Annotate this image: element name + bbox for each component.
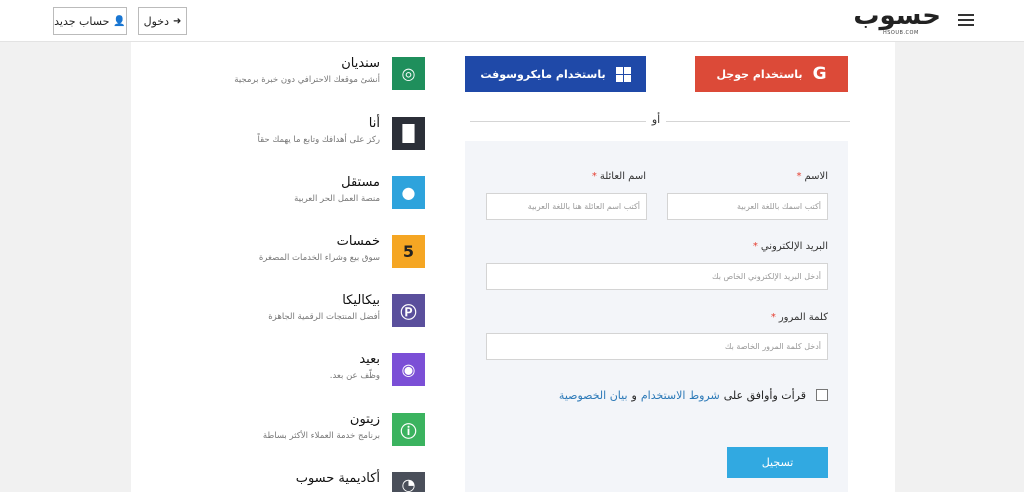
google-g-icon: G xyxy=(812,64,827,84)
product-name: مستقل xyxy=(341,175,380,190)
product-name: بعيد xyxy=(359,352,380,367)
product-desc: منصة العمل الحر العربية xyxy=(294,194,380,204)
privacy-link[interactable]: بيان الخصوصية xyxy=(559,389,628,402)
first-name-label: الاسم* xyxy=(796,171,828,182)
product-name: بيكاليكا xyxy=(342,293,380,308)
product-desc: برنامج خدمة العملاء الأكثر بساطة xyxy=(262,431,380,441)
google-label: باستخدام جوجل xyxy=(716,67,803,81)
first-name-input[interactable]: أكتب اسمك باللغة العربية xyxy=(667,193,828,220)
last-name-input[interactable]: أكتب اسم العائلة هنا باللغة العربية xyxy=(486,193,647,220)
terms-agreement: قرأت وأوافق على شروط الاستخدام و بيان ال… xyxy=(559,387,828,403)
product-name: خمسات xyxy=(336,234,380,249)
product-desc: ركز على أهدافك وتابع ما يهمك حقاً xyxy=(257,135,380,145)
agree-text: قرأت وأوافق على xyxy=(723,388,806,402)
logo-subtext: HSOUB.COM xyxy=(883,30,919,36)
product-name: أنا xyxy=(368,116,380,131)
password-input[interactable]: أدخل كلمة المرور الخاصة بك xyxy=(486,333,828,360)
khamsat-icon: 5 xyxy=(392,235,425,268)
product-item-picalica[interactable]: Ⓟ بيكاليكا أفضل المنتجات الرقمية الجاهزة xyxy=(230,293,426,330)
product-item-sindyan[interactable]: ◎ سنديان أنشئ موقعك الاحترافي دون خبرة ب… xyxy=(230,56,426,93)
email-label: البريد الإلكتروني* xyxy=(752,241,828,252)
product-desc: سوق بيع وشراء الخدمات المصغرة xyxy=(258,253,380,263)
user-plus-icon: 👤 xyxy=(113,15,126,27)
login-button[interactable]: ➜ دخول xyxy=(138,7,187,35)
picalica-icon: Ⓟ xyxy=(392,294,425,327)
product-item-khamsat[interactable]: 5 خمسات سوق بيع وشراء الخدمات المصغرة xyxy=(230,234,426,271)
register-submit-button[interactable]: تسجيل xyxy=(727,447,828,478)
menu-icon[interactable] xyxy=(958,14,974,26)
product-item-baaeed[interactable]: ◉ بعيد وظّف عن بعد. xyxy=(230,352,426,389)
product-desc: وظّف عن بعد. xyxy=(329,371,380,381)
last-name-label: اسم العائلة* xyxy=(591,171,646,182)
baaeed-icon: ◉ xyxy=(392,353,425,386)
logo-text: حسوب xyxy=(853,1,941,31)
hsoub-logo[interactable]: حسوب HSOUB.COM xyxy=(846,1,941,36)
agree-checkbox[interactable] xyxy=(816,389,828,401)
mostaql-icon: ● xyxy=(392,176,425,209)
product-item-academy[interactable]: ◔ أكاديمية حسوب xyxy=(230,471,426,492)
product-desc: أفضل المنتجات الرقمية الجاهزة xyxy=(268,312,380,322)
microsoft-label: باستخدام مايكروسوفت xyxy=(480,67,606,81)
sindyan-icon: ◎ xyxy=(392,57,425,90)
email-input[interactable]: أدخل البريد الإلكتروني الخاص بك xyxy=(486,263,828,290)
product-name: أكاديمية حسوب xyxy=(295,471,380,486)
windows-logo-icon xyxy=(615,66,631,82)
product-desc: أنشئ موقعك الاحترافي دون خبرة برمجية xyxy=(234,75,380,85)
and-text: و xyxy=(631,388,637,402)
top-navbar: حسوب HSOUB.COM ➜ دخول 👤 حساب جديد xyxy=(0,0,1024,42)
password-label: كلمة المرور* xyxy=(770,312,828,323)
academy-icon: ◔ xyxy=(392,472,425,492)
product-item-ana[interactable]: ▐▌ أنا ركز على أهدافك وتابع ما يهمك حقاً xyxy=(230,116,426,153)
product-name: سنديان xyxy=(341,56,380,71)
login-label: دخول xyxy=(143,14,169,28)
terms-link[interactable]: شروط الاستخدام xyxy=(641,389,720,402)
register-button[interactable]: 👤 حساب جديد xyxy=(53,7,127,35)
microsoft-signup-button[interactable]: باستخدام مايكروسوفت xyxy=(465,56,646,92)
ana-icon: ▐▌ xyxy=(392,117,425,150)
or-label: أو xyxy=(646,113,666,126)
register-label: حساب جديد xyxy=(54,14,110,28)
product-item-zeitoon[interactable]: ⓘ زيتون برنامج خدمة العملاء الأكثر بساطة xyxy=(230,412,426,449)
zeitoon-icon: ⓘ xyxy=(392,413,425,446)
product-name: زيتون xyxy=(349,412,380,427)
sign-in-icon: ➜ xyxy=(173,15,182,27)
product-item-mostaql[interactable]: ● مستقل منصة العمل الحر العربية xyxy=(230,175,426,212)
google-signup-button[interactable]: G باستخدام جوجل xyxy=(695,56,848,92)
